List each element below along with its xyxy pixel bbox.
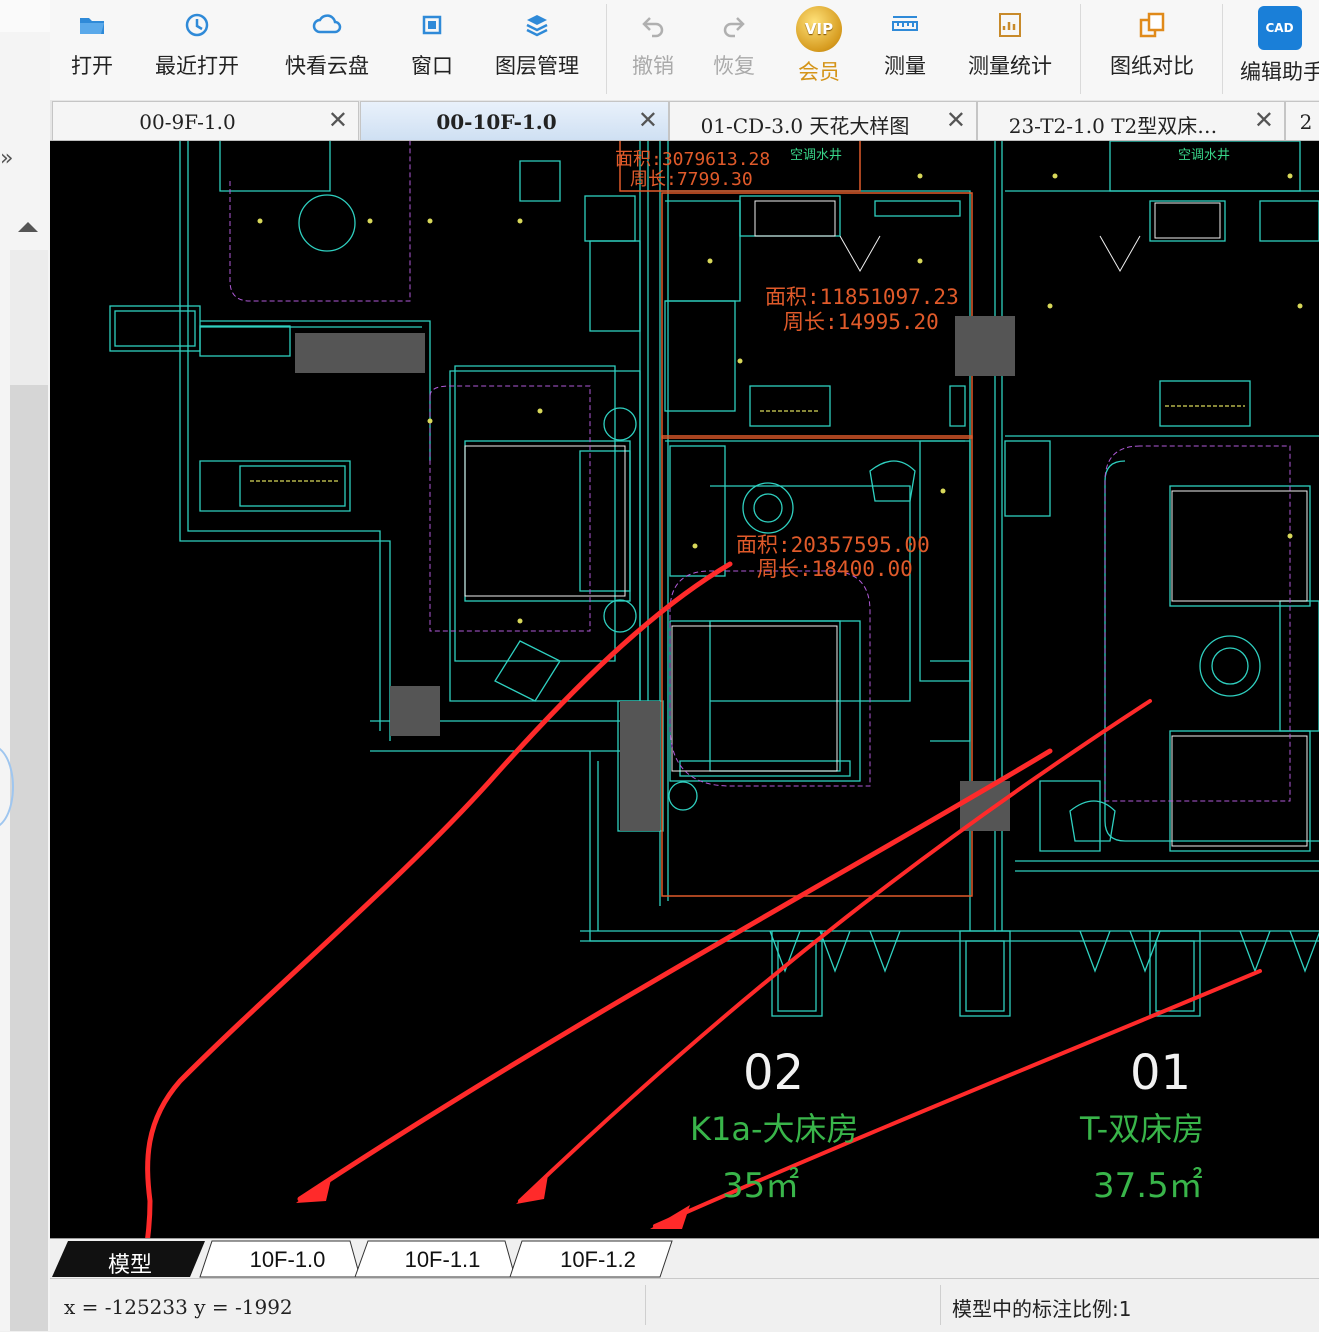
area-annotation-1: 面积:3079613.28: [615, 149, 771, 170]
scrollbar-thumb[interactable]: [10, 385, 48, 1331]
open-label: 打开: [71, 54, 113, 78]
left-side-panel: »: [0, 0, 51, 1331]
document-tab-bar: 00-9F-1.0 ✕ 00-10F-1.0 ✕ 01-CD-3.0 天花大样图…: [50, 100, 1319, 141]
room-type-k1a: K1a-大床房: [690, 1110, 859, 1148]
layout-tab-model[interactable]: 模型: [70, 1240, 190, 1277]
undo-icon: [642, 17, 664, 38]
tab-label: 23-T2-1.0 T2型双床…: [1008, 114, 1218, 138]
close-icon[interactable]: ✕: [946, 106, 966, 134]
area-annotation-3: 面积:20357595.00: [736, 533, 930, 557]
tab-label: 00-10F-1.0: [436, 110, 557, 134]
vip-badge-icon: VIP: [796, 6, 842, 52]
compare-pages-icon: [1139, 12, 1165, 38]
redo-button[interactable]: 恢复: [706, 0, 762, 98]
tab-00-10F[interactable]: 00-10F-1.0 ✕: [360, 101, 669, 140]
cloud-icon: [312, 14, 342, 34]
tab-23-T2[interactable]: 23-T2-1.0 T2型双床… ✕: [977, 101, 1285, 140]
status-divider: [645, 1285, 646, 1325]
drawing-compare-button[interactable]: 图纸对比: [1100, 0, 1204, 98]
layout-tab-label: 模型: [107, 1252, 152, 1277]
recent-open-button[interactable]: 最近打开: [145, 0, 249, 98]
ruler-icon: [892, 16, 918, 31]
redo-label: 恢复: [713, 54, 755, 78]
layout-tab-label: 10F-1.1: [404, 1247, 481, 1272]
cloud-disk-button[interactable]: 快看云盘: [275, 0, 379, 98]
perimeter-annotation-1: 周长:7799.30: [630, 169, 753, 190]
status-bar: x = -125233 y = -1992 模型中的标注比例:1: [50, 1278, 1319, 1332]
room-area-02: 35㎡: [722, 1166, 800, 1206]
measure-label: 测量: [884, 54, 926, 78]
left-panel-top: [0, 0, 50, 32]
perimeter-annotation-2: 周长:14995.20: [783, 310, 939, 334]
close-icon[interactable]: ✕: [1254, 106, 1274, 134]
folder-open-icon: [80, 18, 104, 34]
status-divider: [940, 1285, 941, 1325]
toolbar: 打开 最近打开 快看云盘 窗口 图层管理 撤销 恢复 VIP 会员 测量 测量统…: [50, 0, 1319, 101]
close-icon[interactable]: ✕: [638, 106, 658, 134]
undo-button[interactable]: 撤销: [625, 0, 681, 98]
edit-assistant-button[interactable]: CAD 编辑助手: [1240, 0, 1319, 98]
layout-tab-bar: 模型 10F-1.0 10F-1.1 10F-1.2: [50, 1238, 1319, 1279]
tab-01-CD[interactable]: 01-CD-3.0 天花大样图 ✕: [669, 101, 977, 140]
toolbar-separator: [606, 4, 607, 94]
layout-tab-label: 10F-1.2: [560, 1247, 636, 1272]
expand-panel-icon[interactable]: »: [0, 146, 13, 171]
area-annotation-2: 面积:11851097.23: [765, 285, 959, 309]
history-clock-icon: [185, 13, 209, 37]
layout-tab-10F-1.1[interactable]: 10F-1.1: [375, 1240, 510, 1276]
floor-plan-drawing: [109, 141, 1319, 1238]
window-label: 窗口: [411, 54, 453, 78]
room-number-02: 02: [743, 1045, 805, 1101]
window-fit-icon: [422, 15, 442, 35]
layer-manager-label: 图层管理: [495, 54, 579, 78]
cad-edit-icon: CAD: [1257, 6, 1302, 50]
open-button[interactable]: 打开: [62, 0, 122, 98]
layout-tab-label: 10F-1.0: [249, 1247, 326, 1272]
measure-stats-label: 测量统计: [968, 54, 1052, 78]
room-type-t: T-双床房: [1080, 1110, 1205, 1148]
scrollbar-track[interactable]: [10, 250, 48, 385]
vip-label: 会员: [798, 60, 840, 84]
cad-drawing-canvas[interactable]: 面积:3079613.28 周长:7799.30 面积:11851097.23 …: [50, 141, 1319, 1238]
scroll-up-icon[interactable]: [18, 222, 38, 232]
tab-label: 01-CD-3.0 天花大样图: [700, 114, 910, 138]
layers-icon: [526, 15, 548, 37]
recent-open-label: 最近打开: [155, 54, 239, 78]
vip-button[interactable]: VIP 会员: [789, 0, 849, 98]
perimeter-annotation-3: 周长:18400.00: [757, 557, 913, 581]
toolbar-separator: [1222, 4, 1223, 94]
room-number-01: 01: [1130, 1045, 1192, 1101]
measure-button[interactable]: 测量: [877, 0, 933, 98]
measure-stats-button[interactable]: 测量统计: [958, 0, 1062, 98]
window-button[interactable]: 窗口: [404, 0, 460, 98]
layer-manager-button[interactable]: 图层管理: [485, 0, 589, 98]
close-icon[interactable]: ✕: [328, 106, 348, 134]
drawing-compare-label: 图纸对比: [1110, 54, 1194, 78]
ac-shaft-label: 空调水井: [790, 148, 843, 163]
edit-assistant-label: 编辑助手: [1240, 60, 1319, 84]
toolbar-separator: [1080, 4, 1081, 94]
redo-icon: [723, 17, 745, 38]
layout-tab-10F-1.2[interactable]: 10F-1.2: [528, 1240, 668, 1276]
tab-label: 2: [1299, 110, 1313, 134]
room-area-01: 37.5㎡: [1093, 1166, 1203, 1206]
ac-shaft-label: 空调水井: [1178, 148, 1231, 163]
tab-00-9F[interactable]: 00-9F-1.0 ✕: [52, 101, 359, 140]
layout-tab-10F-1.0[interactable]: 10F-1.0: [220, 1240, 355, 1276]
tab-overflow[interactable]: 2: [1285, 101, 1319, 140]
annotation-scale: 模型中的标注比例:1: [952, 1297, 1132, 1321]
tab-label: 00-9F-1.0: [139, 110, 236, 134]
stats-chart-icon: [999, 13, 1021, 37]
undo-label: 撤销: [632, 54, 674, 78]
cloud-disk-label: 快看云盘: [285, 54, 369, 78]
cursor-coordinates: x = -125233 y = -1992: [64, 1295, 293, 1319]
